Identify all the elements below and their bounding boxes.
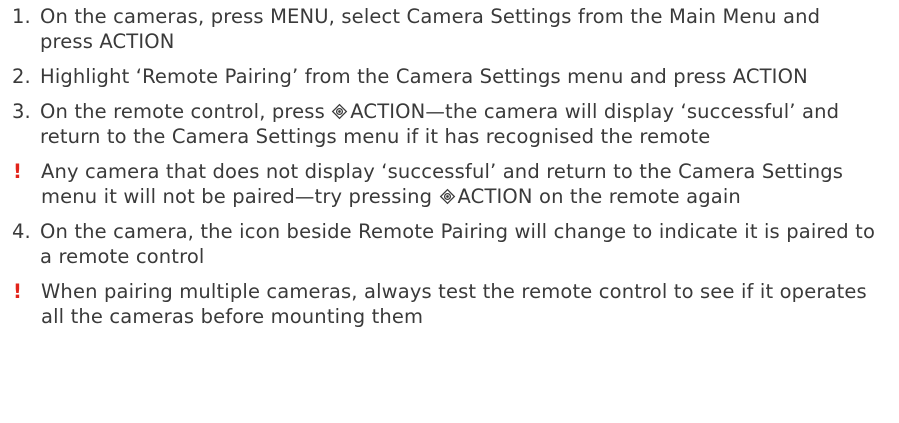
- step-number: 1.: [12, 5, 31, 28]
- warning-text: When pairing multiple cameras, always te…: [41, 280, 867, 328]
- step-1: 1. On the cameras, press MENU, select Ca…: [12, 4, 879, 54]
- step-4: 4. On the camera, the icon beside Remote…: [12, 219, 879, 269]
- step-text: Highlight ‘Remote Pairing’ from the Came…: [40, 65, 808, 88]
- step-3: 3. On the remote control, press ACTION—t…: [12, 99, 879, 149]
- warning-text: Any camera that does not display ‘succes…: [41, 159, 879, 209]
- step-number: 2.: [12, 65, 31, 88]
- instructions-document: 1. On the cameras, press MENU, select Ca…: [0, 0, 899, 423]
- step-text: On the remote control, press ACTION—the …: [40, 99, 879, 149]
- step-text: On the camera, the icon beside Remote Pa…: [40, 220, 876, 268]
- pairing-steps-list: 1. On the cameras, press MENU, select Ca…: [12, 4, 879, 329]
- step-number: 4.: [12, 220, 31, 243]
- warning-note-2: ! When pairing multiple cameras, always …: [12, 279, 879, 329]
- warning-text-after: ACTION on the remote again: [457, 185, 741, 208]
- action-button-icon: [439, 188, 456, 205]
- step-text: On the cameras, press MENU, select Camer…: [40, 5, 821, 53]
- action-button-icon: [331, 103, 348, 120]
- step-text-before: On the remote control, press: [40, 100, 332, 123]
- step-2: 2. Highlight ‘Remote Pairing’ from the C…: [12, 64, 879, 89]
- warning-note-1: ! Any camera that does not display ‘succ…: [12, 159, 879, 209]
- step-number: 3.: [12, 100, 31, 123]
- warning-marker: !: [13, 160, 23, 183]
- warning-marker: !: [13, 280, 23, 303]
